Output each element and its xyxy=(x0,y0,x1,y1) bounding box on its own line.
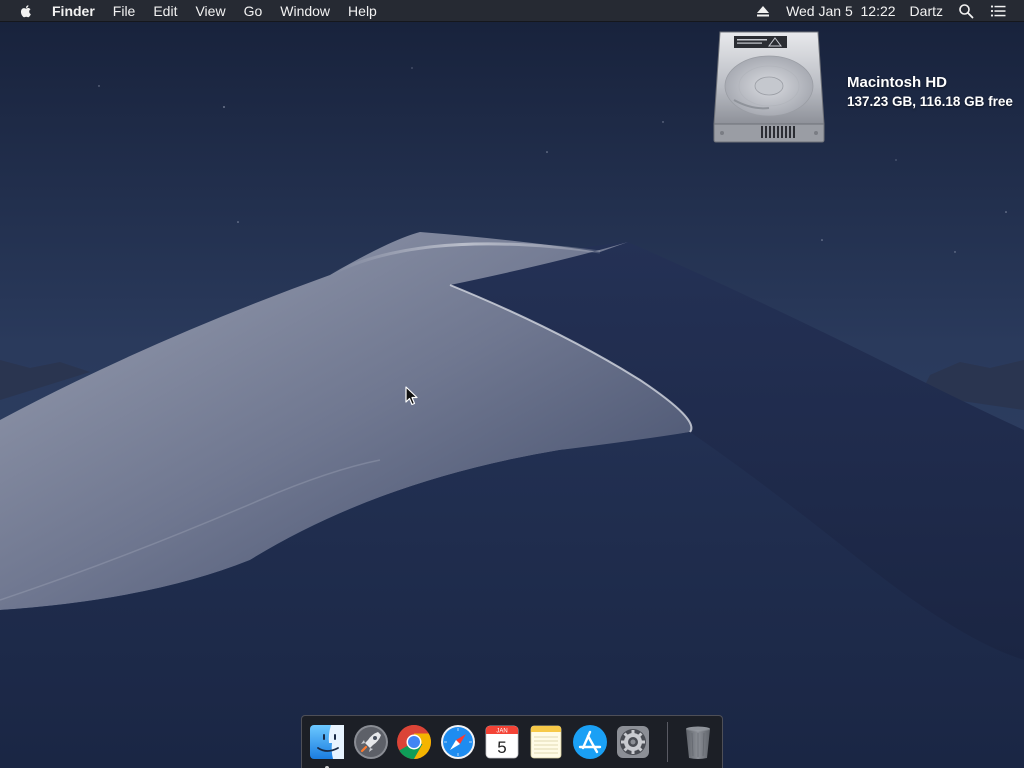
hard-drive-name: Macintosh HD xyxy=(847,74,948,91)
apple-menu-icon[interactable] xyxy=(18,3,34,19)
system-preferences-icon xyxy=(617,726,650,758)
menu-bar: Finder File Edit View Go Window Help Wed… xyxy=(0,0,1024,22)
dock: JAN 5 xyxy=(301,715,723,768)
notes-icon xyxy=(530,725,562,759)
chrome-icon xyxy=(397,725,432,759)
dock-item-chrome[interactable] xyxy=(395,722,435,762)
app-store-icon xyxy=(572,725,607,759)
menu-app-finder[interactable]: Finder xyxy=(48,0,104,22)
dock-item-trash[interactable] xyxy=(678,722,718,762)
menu-clock[interactable]: Wed Jan 5 12:22 xyxy=(779,0,902,22)
spotlight-search-icon[interactable] xyxy=(958,3,974,19)
hard-drive-icon[interactable] xyxy=(712,28,826,146)
menu-help[interactable]: Help xyxy=(339,0,386,22)
dock-item-notes[interactable] xyxy=(526,722,566,762)
dock-item-calendar[interactable]: JAN 5 xyxy=(482,722,522,762)
mouse-cursor-icon xyxy=(405,386,418,406)
menu-window[interactable]: Window xyxy=(271,0,339,22)
dock-item-launchpad[interactable] xyxy=(351,722,391,762)
menu-file[interactable]: File xyxy=(104,0,145,22)
hard-drive-capacity: 137.23 GB, 116.18 GB free xyxy=(847,94,1013,109)
dock-item-system-preferences[interactable] xyxy=(613,722,653,762)
safari-icon xyxy=(441,725,476,759)
dock-item-safari[interactable] xyxy=(438,722,478,762)
desktop-wallpaper xyxy=(0,0,1024,768)
notification-center-icon[interactable] xyxy=(990,3,1006,19)
desktop[interactable]: Finder File Edit View Go Window Help Wed… xyxy=(0,0,1024,768)
dock-item-app-store[interactable] xyxy=(570,722,610,762)
menu-view[interactable]: View xyxy=(186,0,234,22)
calendar-day: 5 xyxy=(497,738,506,757)
finder-icon xyxy=(309,725,344,759)
launchpad-icon xyxy=(353,725,388,759)
menu-user[interactable]: Dartz xyxy=(903,0,950,22)
menu-go[interactable]: Go xyxy=(235,0,272,22)
dock-separator xyxy=(667,722,669,762)
trash-icon xyxy=(686,726,711,759)
menu-edit[interactable]: Edit xyxy=(144,0,186,22)
eject-icon[interactable] xyxy=(755,3,771,19)
calendar-month: JAN xyxy=(496,729,507,735)
calendar-icon: JAN 5 xyxy=(485,725,519,759)
hard-drive-label[interactable]: Macintosh HD 137.23 GB, 116.18 GB free xyxy=(847,73,1013,111)
dock-item-finder[interactable] xyxy=(307,722,347,768)
